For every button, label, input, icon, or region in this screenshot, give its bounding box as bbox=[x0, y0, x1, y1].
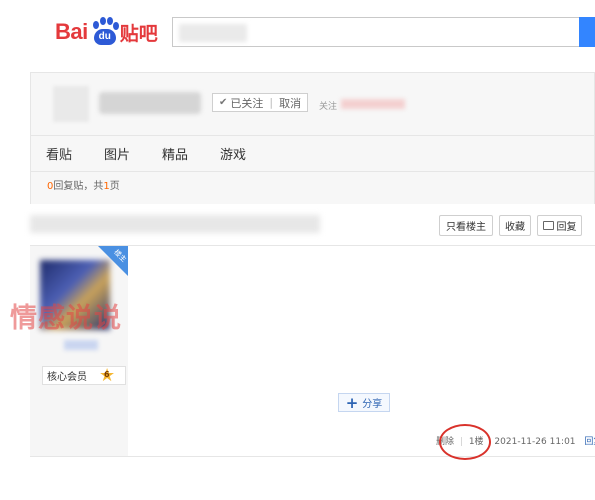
collect-label: 收藏 bbox=[505, 222, 525, 233]
level-number: 6 bbox=[104, 369, 110, 379]
fans-count bbox=[341, 99, 405, 109]
logo-text-bai: Bai bbox=[55, 19, 88, 44]
page-unit: 页 bbox=[109, 181, 120, 192]
follow-button[interactable]: ✔ 已关注 | 取消 bbox=[212, 93, 308, 112]
fans-label: 关注 bbox=[319, 102, 338, 112]
paw-icon: du bbox=[89, 17, 119, 47]
tab-games[interactable]: 游戏 bbox=[220, 144, 246, 163]
logo-text-du: du bbox=[93, 29, 116, 45]
tab-images[interactable]: 图片 bbox=[104, 144, 130, 163]
logo-text-tieba: 贴吧 bbox=[119, 22, 158, 45]
member-badge[interactable]: 核心会员 ★ 6 bbox=[42, 364, 126, 386]
level-star-icon: ★ 6 bbox=[99, 364, 116, 386]
follow-label: 已关注 bbox=[230, 96, 264, 110]
only-op-button[interactable]: 只看楼主 bbox=[439, 215, 493, 236]
search-button[interactable] bbox=[579, 17, 595, 47]
annotation-circle bbox=[439, 424, 491, 460]
forum-name[interactable] bbox=[99, 92, 201, 114]
author-name[interactable] bbox=[64, 340, 98, 350]
forum-header: ✔ 已关注 | 取消 关注 bbox=[31, 73, 595, 135]
post: 核心会员 ★ 6 楼主 + 分享 删除 | 1楼 2021-11-26 11:0… bbox=[30, 246, 595, 460]
search-input[interactable] bbox=[172, 17, 580, 47]
baidu-tieba-logo[interactable]: Bai du 贴吧 bbox=[55, 14, 158, 50]
thread-title-bar: 只看楼主 收藏 回复 bbox=[30, 205, 595, 246]
member-label: 核心会员 bbox=[47, 372, 87, 383]
collect-button[interactable]: 收藏 bbox=[499, 215, 531, 236]
post-timestamp: 2021-11-26 11:01 bbox=[494, 437, 576, 447]
share-button[interactable]: + 分享 bbox=[338, 393, 390, 412]
op-badge: 楼主 bbox=[98, 246, 128, 276]
tab-posts[interactable]: 看贴 bbox=[46, 144, 72, 163]
author-panel: 核心会员 ★ 6 bbox=[30, 246, 128, 456]
only-op-label: 只看楼主 bbox=[446, 222, 486, 233]
unfollow-label[interactable]: 取消 bbox=[279, 95, 301, 111]
reply-text: 回复贴，共 bbox=[53, 181, 104, 192]
share-label: 分享 bbox=[362, 399, 383, 410]
watermark: 情感说说 bbox=[10, 303, 122, 334]
reply-link[interactable]: 回复 bbox=[584, 437, 595, 447]
reply-label: 回复 bbox=[556, 222, 577, 233]
forum-card: ✔ 已关注 | 取消 关注 看贴 图片 精品 游戏 0回复贴，共1页 bbox=[30, 72, 595, 204]
forum-avatar[interactable] bbox=[53, 86, 89, 122]
reply-button[interactable]: 回复 bbox=[537, 215, 582, 236]
tab-featured[interactable]: 精品 bbox=[162, 144, 188, 163]
forum-tabs: 看贴 图片 精品 游戏 bbox=[31, 135, 594, 171]
divider: | bbox=[269, 96, 274, 109]
comment-icon bbox=[542, 221, 554, 230]
check-icon: ✔ bbox=[219, 97, 228, 108]
reply-info: 0回复贴，共1页 bbox=[31, 171, 594, 204]
plus-icon: + bbox=[345, 393, 359, 412]
thread-title bbox=[30, 215, 320, 233]
